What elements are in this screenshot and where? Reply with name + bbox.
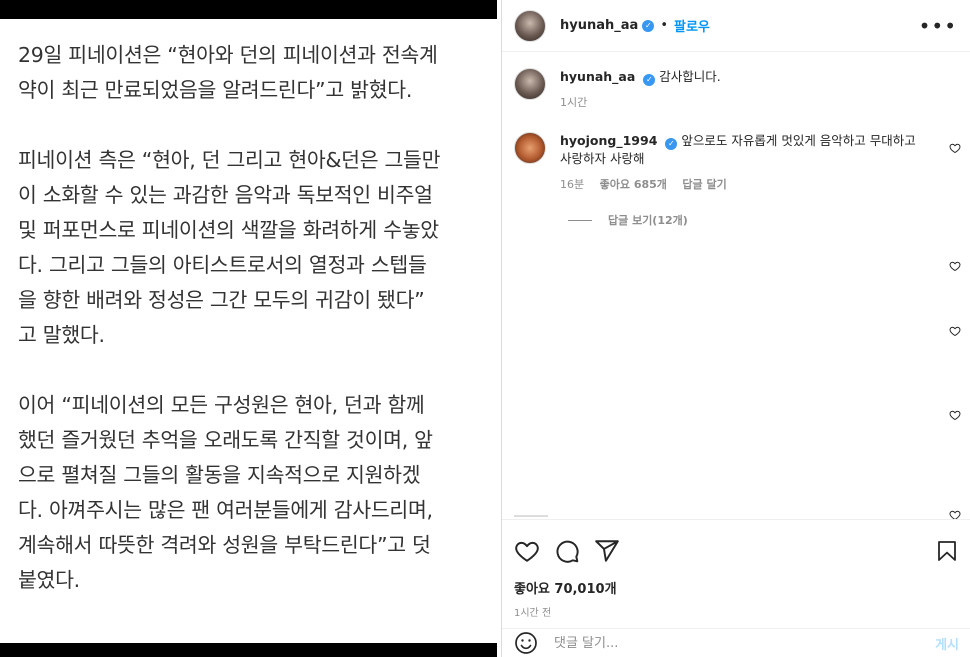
post-header: hyunah_aa ✓ • 팔로우 ••• <box>502 0 970 52</box>
verified-badge-icon: ✓ <box>643 74 656 86</box>
article-paragraph-3: 이어 “피네이션의 모든 구성원은 현아, 던과 함께 했던 즐거웠던 추억을 … <box>18 393 433 592</box>
header-separator: • <box>660 18 668 33</box>
smiley-icon[interactable] <box>514 631 538 655</box>
heart-icon[interactable] <box>514 538 540 564</box>
bookmark-icon[interactable] <box>935 538 959 564</box>
author-avatar[interactable] <box>514 9 546 42</box>
post-actions: 좋아요 70,010개 1시간 전 <box>502 519 970 639</box>
caption-avatar[interactable] <box>514 68 546 100</box>
author-username[interactable]: hyunah_aa <box>560 18 638 33</box>
comment-partial-placeholder <box>514 515 548 517</box>
comment-like-heart-icon[interactable] <box>949 509 961 519</box>
reply-button[interactable]: 답글 달기 <box>682 178 726 191</box>
comment-like-heart-icon[interactable] <box>949 142 961 154</box>
view-replies-label: 답글 보기(12개) <box>608 214 688 227</box>
post-timestamp[interactable]: 1시간 전 <box>514 604 551 619</box>
caption-item: hyunah_aa ✓ 감사합니다. 1시간 <box>514 68 954 112</box>
comment-icon[interactable] <box>554 538 580 564</box>
caption-meta: 1시간 <box>560 94 930 112</box>
caption-text: 감사합니다. <box>659 69 721 84</box>
comment-input[interactable] <box>554 635 914 651</box>
article-screenshot: 29일 피네이션은 “현아와 던의 피네이션과 전속계 약이 최근 만료되었음을… <box>0 0 497 657</box>
caption-time[interactable]: 1시간 <box>560 96 587 109</box>
send-icon[interactable] <box>594 538 620 564</box>
comment-likes-count[interactable]: 좋아요 685개 <box>600 178 667 191</box>
likes-count[interactable]: 좋아요 70,010개 <box>514 578 617 597</box>
article-top-bar <box>0 0 497 19</box>
post-comment-button[interactable]: 게시 <box>935 634 959 653</box>
article-paragraph-1: 29일 피네이션은 “현아와 던의 피네이션과 전속계 약이 최근 만료되었음을… <box>18 43 438 102</box>
comment-like-heart-icon[interactable] <box>949 260 961 272</box>
commenter-avatar[interactable] <box>514 132 546 164</box>
comment-item: hyojong_1994 ✓ 앞으로도 자유롭게 멋있게 음악하고 무대하고 사랑… <box>514 132 954 194</box>
view-replies-button[interactable]: 답글 보기(12개) <box>568 212 688 228</box>
caption-content: hyunah_aa ✓ 감사합니다. 1시간 <box>560 68 930 112</box>
comment-meta: 16분 좋아요 685개 답글 달기 <box>560 176 930 194</box>
verified-badge-icon: ✓ <box>642 19 655 32</box>
caption-username[interactable]: hyunah_aa <box>560 69 635 84</box>
comments-list[interactable]: hyunah_aa ✓ 감사합니다. 1시간 hyojong_1994 ✓ 앞으로도… <box>502 52 970 519</box>
instagram-post-panel: hyunah_aa ✓ • 팔로우 ••• hyunah_aa ✓ 감사합니다. … <box>501 0 970 657</box>
add-comment-bar: 게시 <box>502 628 970 657</box>
comment-time[interactable]: 16분 <box>560 178 584 191</box>
comment-like-heart-icon[interactable] <box>949 325 961 337</box>
comment-like-heart-icon[interactable] <box>949 409 961 421</box>
save-button[interactable] <box>935 538 959 564</box>
verified-badge-icon: ✓ <box>665 138 678 150</box>
more-options-icon[interactable]: ••• <box>919 14 957 38</box>
article-body: 29일 피네이션은 “현아와 던의 피네이션과 전속계 약이 최근 만료되었음을… <box>18 38 488 633</box>
comment-content: hyojong_1994 ✓ 앞으로도 자유롭게 멋있게 음악하고 무대하고 사랑… <box>560 132 930 194</box>
article-bottom-bar <box>0 643 497 657</box>
view-replies-line <box>568 219 592 221</box>
follow-button[interactable]: 팔로우 <box>674 16 710 35</box>
action-icons <box>514 538 620 564</box>
article-paragraph-2: 피네이션 측은 “현아, 던 그리고 현아&던은 그들만 이 소화할 수 있는 … <box>18 148 441 347</box>
commenter-username[interactable]: hyojong_1994 <box>560 133 657 148</box>
